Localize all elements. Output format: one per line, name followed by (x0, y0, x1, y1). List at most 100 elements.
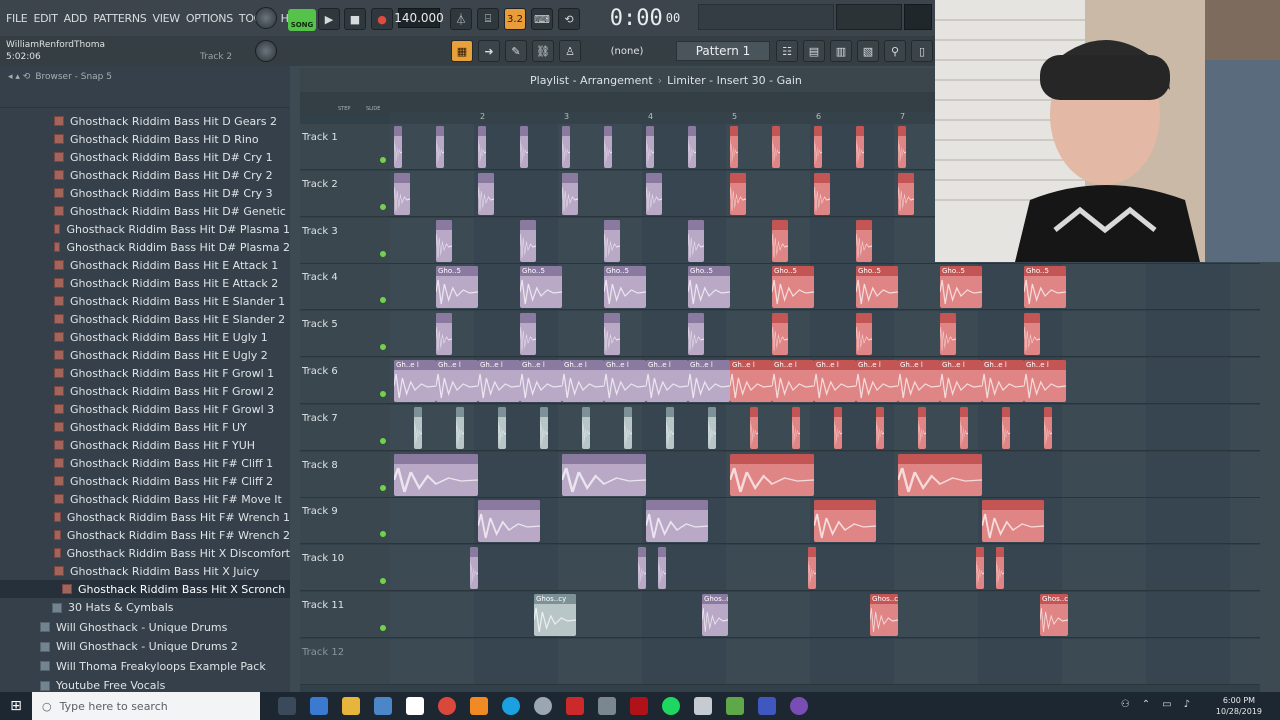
audio-clip[interactable] (1044, 406, 1052, 449)
play-button[interactable]: ▶ (318, 8, 340, 30)
audio-clip[interactable]: Gh..e l (478, 360, 520, 402)
track-mute-led[interactable] (380, 484, 386, 491)
chevron-up-icon[interactable]: ⌃ (1142, 699, 1150, 710)
metronome-button[interactable]: ⏃ (450, 8, 472, 30)
browser-toggle-button[interactable]: ▧ (857, 40, 879, 62)
chrome-app-icon[interactable] (438, 697, 456, 715)
audio-clip[interactable] (498, 406, 506, 449)
audio-clip[interactable]: Gho..5 (520, 266, 562, 309)
audio-clip[interactable]: Gh..e l (436, 360, 478, 402)
master-volume-knob[interactable] (255, 7, 277, 29)
taskbar-clock[interactable]: 6:00 PM 10/28/2019 (1216, 695, 1262, 717)
audio-clip[interactable]: Gh..e l (646, 360, 688, 402)
browser-item[interactable]: Ghosthack Riddim Bass Hit D# Cry 3 (0, 184, 290, 202)
settings-app-icon[interactable] (534, 697, 552, 715)
audio-clip[interactable]: Gho..5 (1024, 266, 1066, 309)
track-lane[interactable]: Gho..5 Gho..5 Gho..5 Gho..5 Gho..5 Gho..5 Gho.… (390, 264, 1260, 311)
app-icon-17[interactable] (790, 697, 808, 715)
audio-clip[interactable]: Gh..e l (1024, 360, 1066, 402)
browser-item[interactable]: Ghosthack Riddim Bass Hit E Slander 2 (0, 310, 290, 328)
audio-clip[interactable] (814, 500, 876, 543)
track-header[interactable]: Track 2 (300, 170, 390, 217)
pattern-selector[interactable]: Pattern 1 (676, 41, 770, 61)
track-lane[interactable]: Ghos..cy Ghos..cy Ghos..cy Ghos..cy (390, 592, 1260, 638)
audio-clip[interactable] (456, 406, 464, 449)
stamp-button[interactable]: ♙ (559, 40, 581, 62)
audio-clip[interactable] (856, 313, 872, 356)
browser-item[interactable]: Ghosthack Riddim Bass Hit X Discomfort (0, 544, 290, 562)
network-icon[interactable]: ▭ (1162, 699, 1171, 710)
audio-clip[interactable] (540, 406, 548, 449)
audio-clip[interactable] (436, 313, 452, 356)
app-icon-14[interactable] (694, 697, 712, 715)
track-header[interactable]: Track 3 (300, 217, 390, 264)
audio-clip[interactable] (976, 547, 984, 590)
audio-clip[interactable] (898, 453, 982, 496)
people-icon[interactable]: ⚇ (1121, 699, 1130, 710)
audio-clip[interactable]: Ghos..cy (870, 594, 898, 636)
audio-clip[interactable] (996, 547, 1004, 590)
audio-clip[interactable] (666, 406, 674, 449)
menu-add[interactable]: ADD (62, 12, 90, 25)
audio-clip[interactable] (436, 219, 452, 262)
audio-clip[interactable] (562, 172, 578, 215)
tempo-display[interactable]: 140.000 (394, 8, 444, 28)
audio-clip[interactable] (730, 126, 738, 168)
browser-item[interactable]: Ghosthack Riddim Bass Hit E Attack 2 (0, 274, 290, 292)
audio-clip[interactable]: Gho..5 (940, 266, 982, 309)
audio-clip[interactable] (856, 219, 872, 262)
audio-clip[interactable] (436, 126, 444, 168)
audio-clip[interactable] (898, 126, 906, 168)
browser-item[interactable]: Ghosthack Riddim Bass Hit D# Plasma 2 (0, 238, 290, 256)
app-icon-16[interactable] (758, 697, 776, 715)
step-edit-button[interactable]: 3.2 (504, 8, 526, 30)
audio-clip[interactable]: Gho..5 (772, 266, 814, 309)
audio-clip[interactable] (604, 313, 620, 356)
audio-clip[interactable] (646, 126, 654, 168)
audio-clip[interactable] (520, 313, 536, 356)
audio-clip[interactable]: Gho..5 (436, 266, 478, 309)
audio-clip[interactable]: Gh..e l (394, 360, 436, 402)
track-lane[interactable]: Gh..e l Gh..e l Gh..e l Gh..e l Gh..e l Gh..e… (390, 358, 1260, 404)
audio-clip[interactable] (604, 219, 620, 262)
menu-patterns[interactable]: PATTERNS (91, 12, 148, 25)
audio-clip[interactable] (834, 406, 842, 449)
folder-app-icon[interactable] (342, 697, 360, 715)
tools-button[interactable]: ✎ (505, 40, 527, 62)
audio-clip[interactable] (856, 126, 864, 168)
audio-clip[interactable] (520, 126, 528, 168)
browser-item[interactable]: Ghosthack Riddim Bass Hit F Growl 1 (0, 364, 290, 382)
netflix-app-icon[interactable] (630, 697, 648, 715)
audio-clip[interactable] (772, 313, 788, 356)
track-lane[interactable] (390, 311, 1260, 358)
filezilla-app-icon[interactable] (566, 697, 584, 715)
browser-item[interactable]: Ghosthack Riddim Bass Hit E Slander 1 (0, 292, 290, 310)
audio-clip[interactable]: Gho..5 (856, 266, 898, 309)
browser-item[interactable]: Ghosthack Riddim Bass Hit F# Wrench 2 (0, 526, 290, 544)
track-lane[interactable] (390, 638, 1260, 685)
mixer-button[interactable]: ☷ (776, 40, 798, 62)
browser-folder[interactable]: Will Ghosthack - Unique Drums (0, 618, 290, 638)
track-mute-led[interactable] (380, 250, 386, 257)
audio-clip[interactable] (646, 500, 708, 543)
audio-clip[interactable] (808, 547, 816, 590)
playlist-view-button[interactable]: ▦ (451, 40, 473, 62)
audio-clip[interactable]: Ghos..cy (1040, 594, 1068, 636)
plugin-button[interactable]: ⚲ (884, 40, 906, 62)
loop-record-button[interactable]: ⟲ (558, 8, 580, 30)
audio-clip[interactable]: Gh..e l (856, 360, 898, 402)
track-mute-led[interactable] (380, 344, 386, 351)
song-mode-button[interactable]: SONG (288, 9, 316, 31)
track-header[interactable]: Track 4 (300, 264, 390, 311)
typing-keyboard-button[interactable]: ⌨ (531, 8, 553, 30)
taskbar-search[interactable]: ○ Type here to search (32, 692, 260, 720)
start-button[interactable]: ⊞ (0, 692, 32, 720)
wait-input-button[interactable]: ⌸ (477, 8, 499, 30)
help-panel-button[interactable]: ▯ (911, 40, 933, 62)
fl-studio-app-icon[interactable] (470, 697, 488, 715)
audio-clip[interactable]: Gh..e l (940, 360, 982, 402)
track-header[interactable]: Track 5 (300, 311, 390, 358)
browser-arrows-icon[interactable]: ◂ ▴ ⟲ (8, 72, 30, 82)
task-view-icon[interactable] (278, 697, 296, 715)
audio-clip[interactable] (688, 313, 704, 356)
